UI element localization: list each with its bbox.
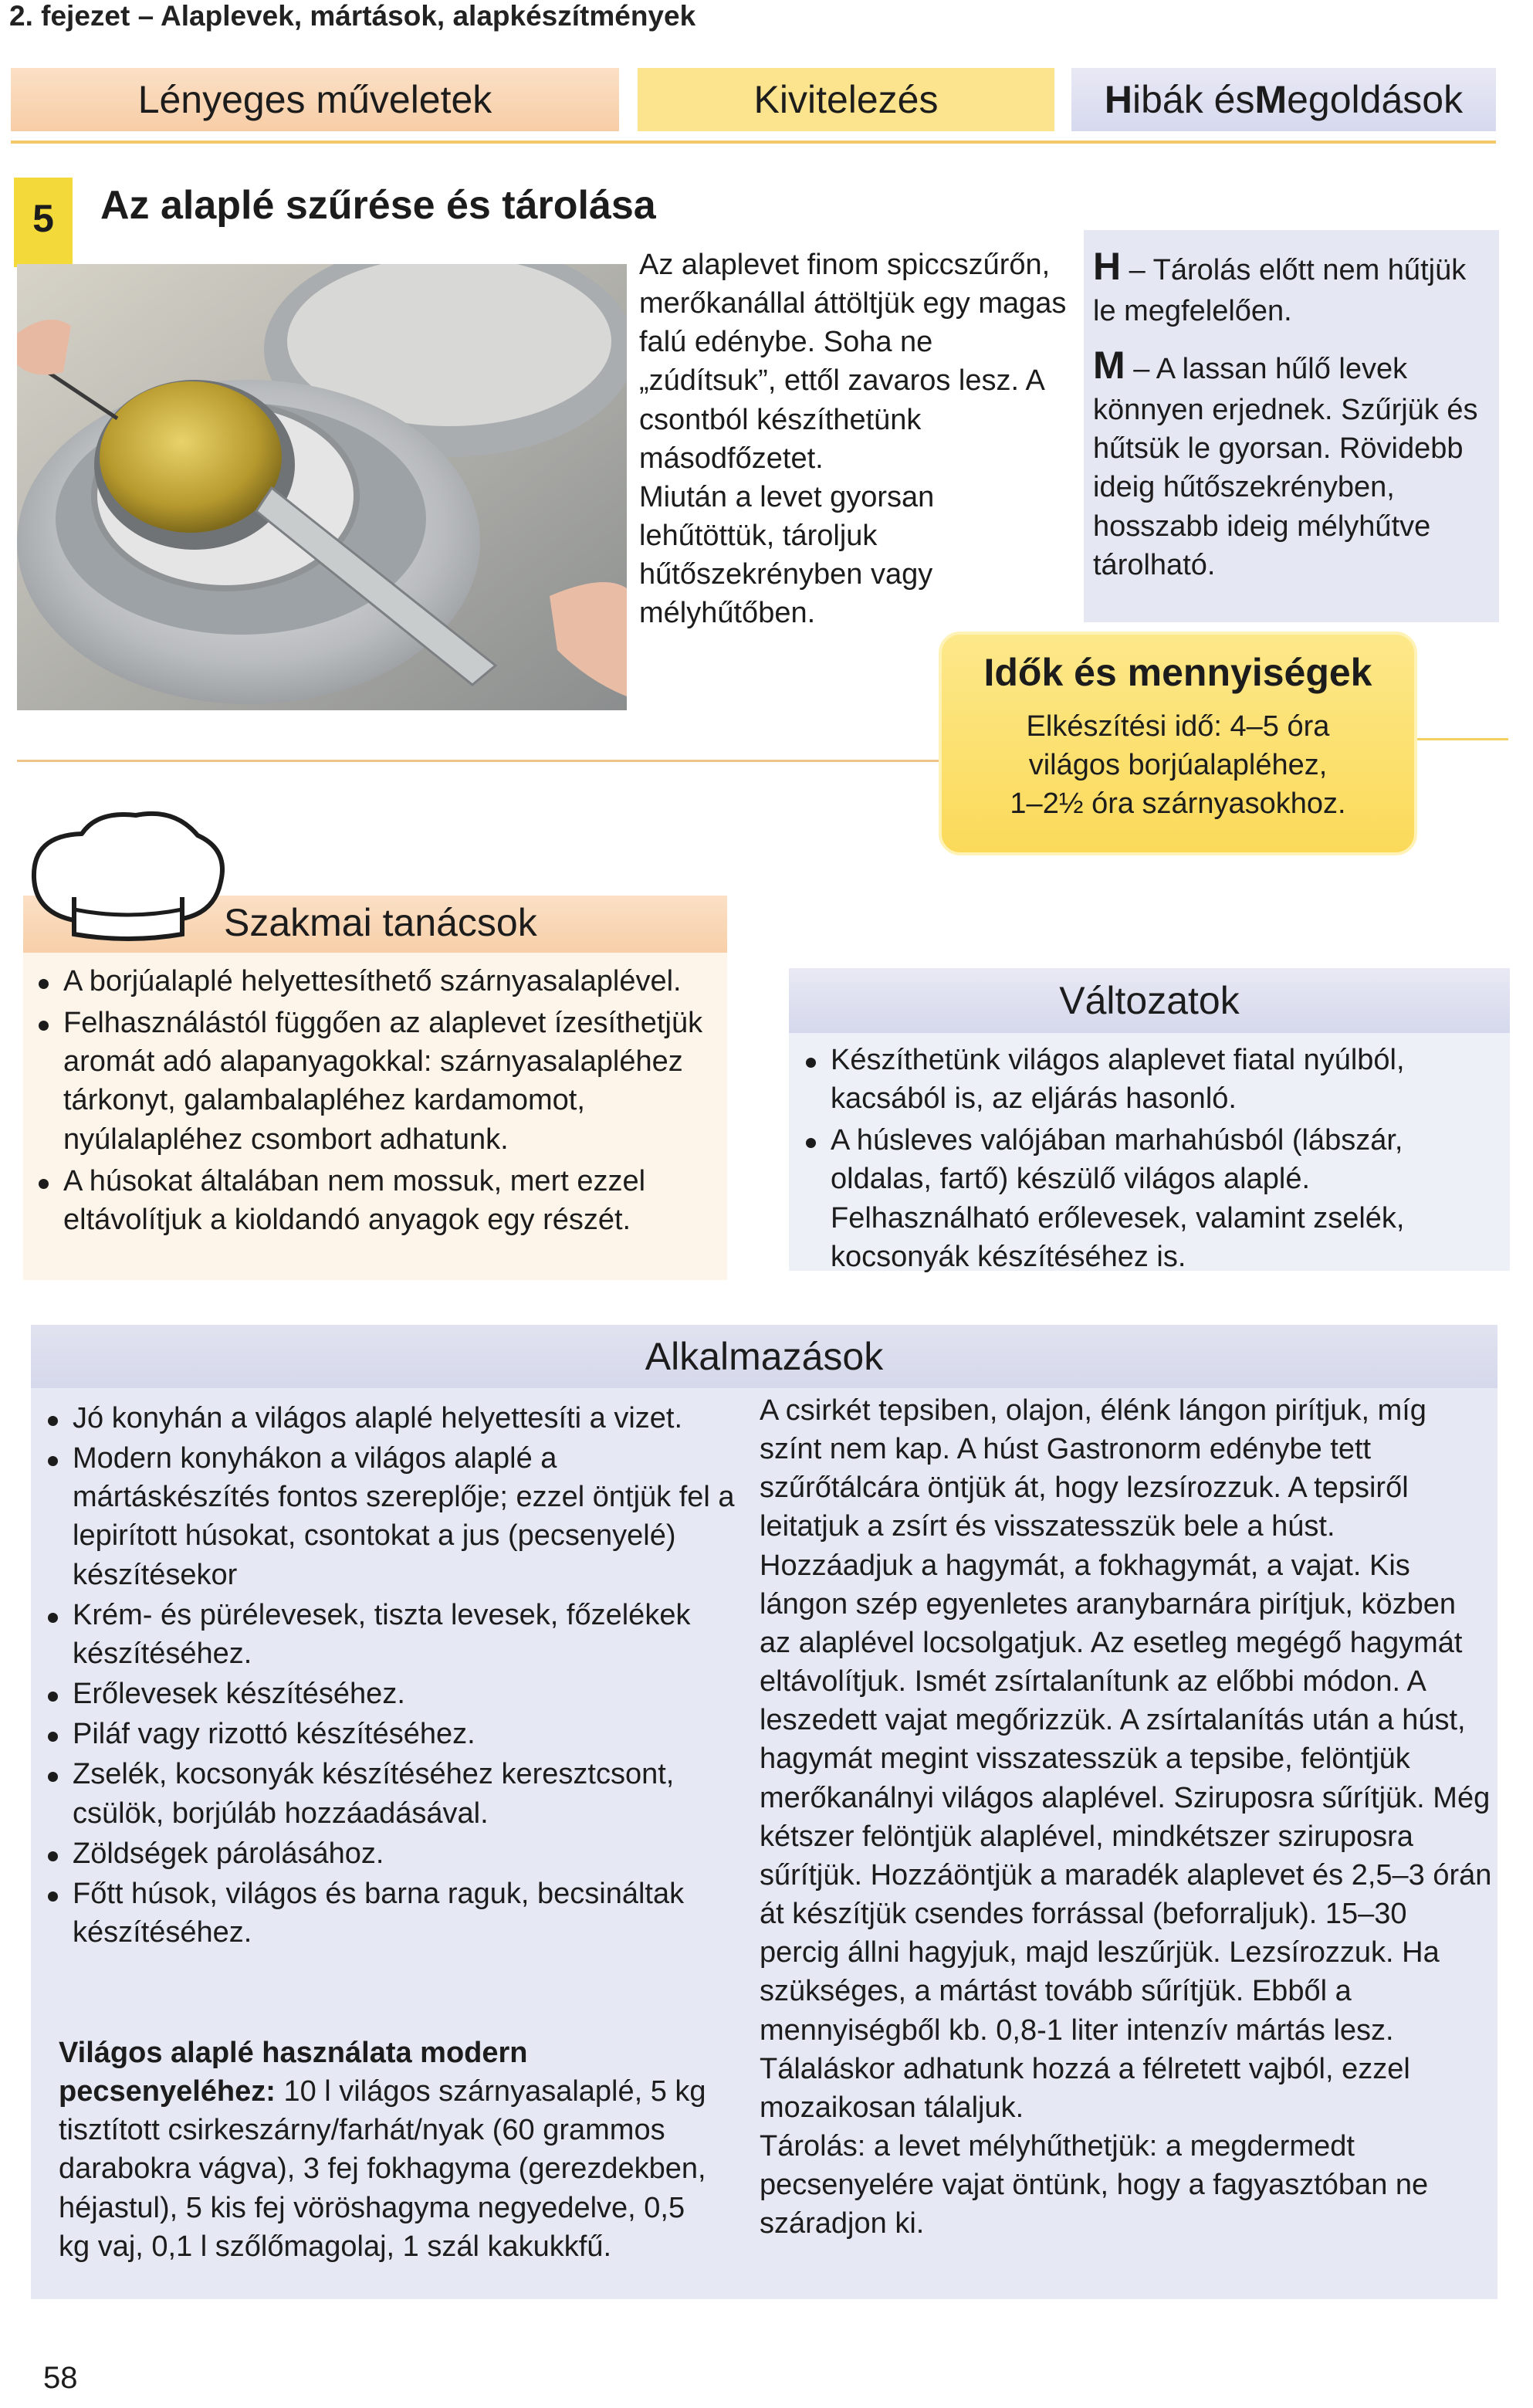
procedure-step: Az alaplevet finom spiccszűrőn, merőkaná…: [639, 249, 1067, 475]
list-item: A húsokat általában nem mossuk, mert ezz…: [34, 1162, 716, 1239]
list-item: Modern konyhákon a világos alaplé a márt…: [43, 1439, 738, 1594]
variants-box: Készíthetünk világos alaplevet fiatal ny…: [789, 1033, 1510, 1273]
times-title: Idők és mennyiségek: [983, 651, 1372, 694]
list-item: A borjúalaplé helyettesíthető szárnyasal…: [34, 962, 716, 1001]
problem-letter: H: [1093, 245, 1122, 288]
strainer-photo: [17, 264, 627, 710]
problem-text: – Tárolás előtt nem hűtjük le megfelelőe…: [1093, 254, 1467, 327]
method-paragraph: Tárolás: a levet mélyhűthetjük: a megder…: [760, 2129, 1429, 2240]
list-item: Főtt húsok, világos és barna raguk, becs…: [43, 1875, 738, 1952]
problems-solutions-box: H – Tárolás előtt nem hűtjük le megfelel…: [1084, 230, 1499, 622]
variants-title: Változatok: [789, 968, 1510, 1033]
list-item: Jó konyhán a világos alaplé helyettesíti…: [43, 1399, 738, 1438]
procedure-step: Miután a levet gyorsan lehűtöttük, tárol…: [639, 480, 935, 630]
list-item: Zselék, kocsonyák készítéséhez keresztcs…: [43, 1755, 738, 1832]
solution-letter: M: [1093, 344, 1125, 388]
tab-execution: Kivitelezés: [638, 68, 1054, 131]
section-title: Az alaplé szűrése és tárolása: [100, 183, 656, 228]
list-item: Készíthetünk világos alaplevet fiatal ny…: [801, 1041, 1497, 1118]
ladle-strainer-illustration: [17, 264, 627, 710]
list-item: Zöldségek párolásához.: [43, 1834, 738, 1873]
chef-hat-icon: [31, 811, 225, 941]
times-line: 1–2½ óra szárnyasokhoz.: [1010, 787, 1346, 821]
problems-word-2: egoldások: [1287, 78, 1464, 121]
list-item: Piláf vagy rizottó készítéséhez.: [43, 1715, 738, 1753]
list-item: A húsleves valójában marhahúsból (lábszá…: [801, 1121, 1497, 1276]
procedure-text: Az alaplevet finom spiccszűrőn, merőkaná…: [639, 246, 1071, 633]
chapter-title: 2. fejezet – Alaplevek, mártások, alapké…: [9, 0, 696, 32]
header-divider: [11, 141, 1496, 144]
applications-list: Jó konyhán a világos alaplé helyettesíti…: [43, 1399, 738, 1952]
list-item: Krém- és pürélevesek, tiszta levesek, fő…: [43, 1596, 738, 1673]
tips-box: A borjúalaplé helyettesíthető szárnyasal…: [23, 953, 727, 1280]
variants-list: Készíthetünk világos alaplevet fiatal ny…: [801, 1041, 1497, 1276]
problems-word-1: ibák és: [1132, 78, 1255, 121]
section-divider: [17, 760, 940, 762]
tips-list: A borjúalaplé helyettesíthető szárnyasal…: [34, 962, 716, 1239]
problems-initial-h: H: [1104, 78, 1133, 121]
times-line: Elkészítési idő: 4–5 óra: [1026, 710, 1330, 743]
solution-entry: M – A lassan hűlő levek könnyen erjednek…: [1093, 340, 1490, 584]
method-paragraph: A csirkét tepsiben, olajon, élénk lángon…: [760, 1394, 1492, 2047]
applications-list-column: Jó konyhán a világos alaplé helyettesíti…: [43, 1399, 738, 1953]
method-paragraph: Tálaláskor adhatunk hozzá a félretett va…: [760, 2052, 1410, 2124]
problem-entry: H – Tárolás előtt nem hűtjük le megfelel…: [1093, 241, 1490, 330]
solution-text: – A lassan hűlő levek könnyen erjednek. …: [1093, 353, 1478, 581]
times-quantities-box: Idők és mennyiségek Elkészítési idő: 4–5…: [939, 632, 1417, 855]
problems-initial-m: M: [1254, 78, 1288, 121]
list-item: Felhasználástól függően az alaplevet íze…: [34, 1004, 716, 1159]
section-divider: [1417, 738, 1508, 740]
recipe-paragraph: Világos alaplé használata modern pecseny…: [59, 2034, 723, 2266]
page-number: 58: [43, 2361, 78, 2395]
recipe-method: A csirkét tepsiben, olajon, élénk lángon…: [760, 1391, 1493, 2243]
tab-problems-solutions: Hibák és Megoldások: [1071, 68, 1496, 131]
section-number: 5: [14, 178, 73, 267]
applications-title: Alkalmazások: [31, 1325, 1497, 1388]
tab-essential-operations: Lényeges műveletek: [11, 68, 619, 131]
times-line: világos borjúalapléhez,: [1028, 749, 1328, 782]
list-item: Erőlevesek készítéséhez.: [43, 1675, 738, 1713]
tips-title: Szakmai tanácsok: [224, 901, 537, 944]
recipe-ingredients: Világos alaplé használata modern pecseny…: [59, 2034, 723, 2266]
